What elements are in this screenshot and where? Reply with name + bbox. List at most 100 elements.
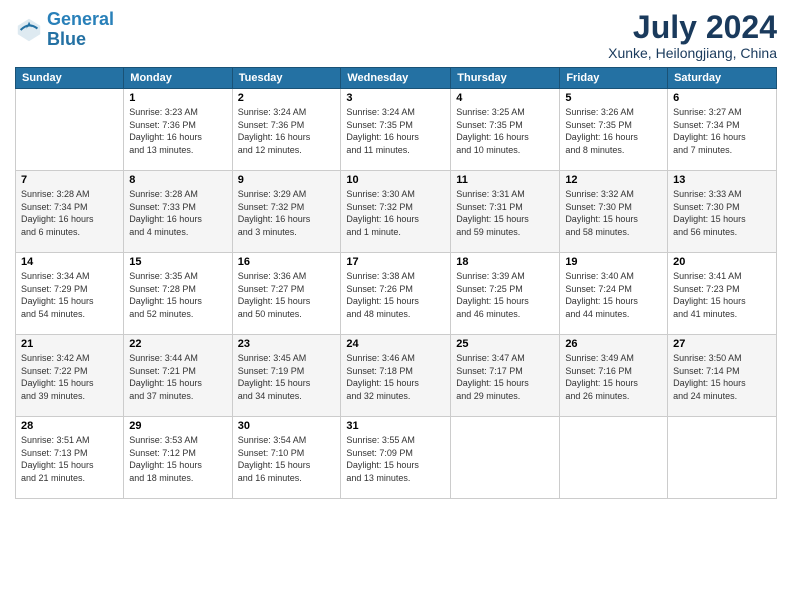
day-number: 9 [238,174,336,186]
calendar-week-2: 7 Sunrise: 3:28 AMSunset: 7:34 PMDaylight… [16,171,777,253]
day-number: 22 [129,338,226,350]
day-info: Sunrise: 3:40 AMSunset: 7:24 PMDaylight:… [565,270,662,320]
calendar-cell: 26Sunrise: 3:49 AMSunset: 7:16 PMDayligh… [560,335,668,417]
calendar-cell: 9 Sunrise: 3:29 AMSunset: 7:32 PMDaylight… [232,171,341,253]
day-number: 21 [21,338,118,350]
calendar-cell: 8Sunrise: 3:28 AMSunset: 7:33 PMDaylight… [124,171,232,253]
day-number: 18 [456,256,554,268]
day-info: Sunrise: 3:53 AMSunset: 7:12 PMDaylight:… [129,434,226,484]
calendar-cell: 10 Sunrise: 3:30 AMSunset: 7:32 PMDayligh… [341,171,451,253]
day-info: Sunrise: 3:26 AMSunset: 7:35 PMDaylight:… [565,106,662,156]
day-info: Sunrise: 3:41 AMSunset: 7:23 PMDaylight:… [673,270,771,320]
calendar-cell: 22 Sunrise: 3:44 AMSunset: 7:21 PMDayligh… [124,335,232,417]
calendar-cell: 17Sunrise: 3:38 AMSunset: 7:26 PMDayligh… [341,253,451,335]
location: Xunke, Heilongjiang, China [608,45,777,61]
calendar-week-5: 28 Sunrise: 3:51 AMSunset: 7:13 PMDayligh… [16,417,777,499]
day-number: 27 [673,338,771,350]
calendar-cell [668,417,777,499]
calendar-cell: 5 Sunrise: 3:26 AMSunset: 7:35 PMDaylight… [560,89,668,171]
header: General Blue July 2024 Xunke, Heilongjia… [15,10,777,61]
day-number: 13 [673,174,771,186]
day-info: Sunrise: 3:33 AMSunset: 7:30 PMDaylight:… [673,188,771,238]
day-number: 1 [129,92,226,104]
day-number: 2 [238,92,336,104]
logo-icon [15,16,43,44]
day-info: Sunrise: 3:44 AMSunset: 7:21 PMDaylight:… [129,352,226,402]
weekday-header-friday: Friday [560,68,668,89]
calendar-cell: 16Sunrise: 3:36 AMSunset: 7:27 PMDayligh… [232,253,341,335]
calendar-cell: 3 Sunrise: 3:24 AMSunset: 7:35 PMDaylight… [341,89,451,171]
calendar-week-4: 21 Sunrise: 3:42 AMSunset: 7:22 PMDayligh… [16,335,777,417]
day-info: Sunrise: 3:36 AMSunset: 7:27 PMDaylight:… [238,270,336,320]
day-info: Sunrise: 3:54 AMSunset: 7:10 PMDaylight:… [238,434,336,484]
day-number: 29 [129,420,226,432]
weekday-header-saturday: Saturday [668,68,777,89]
day-number: 7 [21,174,118,186]
page-container: General Blue July 2024 Xunke, Heilongjia… [0,0,792,612]
calendar-cell: 4 Sunrise: 3:25 AMSunset: 7:35 PMDaylight… [451,89,560,171]
day-info: Sunrise: 3:29 AMSunset: 7:32 PMDaylight:… [238,188,336,238]
calendar-cell: 31Sunrise: 3:55 AMSunset: 7:09 PMDayligh… [341,417,451,499]
day-info: Sunrise: 3:24 AMSunset: 7:36 PMDaylight:… [238,106,336,156]
day-info: Sunrise: 3:55 AMSunset: 7:09 PMDaylight:… [346,434,445,484]
day-number: 4 [456,92,554,104]
logo-text: General Blue [47,10,114,50]
day-number: 3 [346,92,445,104]
day-number: 15 [129,256,226,268]
day-info: Sunrise: 3:24 AMSunset: 7:35 PMDaylight:… [346,106,445,156]
calendar-cell: 29 Sunrise: 3:53 AMSunset: 7:12 PMDayligh… [124,417,232,499]
calendar-cell: 11Sunrise: 3:31 AMSunset: 7:31 PMDayligh… [451,171,560,253]
logo-general: General [47,9,114,29]
day-info: Sunrise: 3:34 AMSunset: 7:29 PMDaylight:… [21,270,118,320]
day-info: Sunrise: 3:39 AMSunset: 7:25 PMDaylight:… [456,270,554,320]
day-info: Sunrise: 3:51 AMSunset: 7:13 PMDaylight:… [21,434,118,484]
calendar-cell: 1 Sunrise: 3:23 AMSunset: 7:36 PMDaylight… [124,89,232,171]
calendar-cell: 7 Sunrise: 3:28 AMSunset: 7:34 PMDaylight… [16,171,124,253]
logo-blue: Blue [47,30,114,50]
day-info: Sunrise: 3:27 AMSunset: 7:34 PMDaylight:… [673,106,771,156]
day-info: Sunrise: 3:31 AMSunset: 7:31 PMDaylight:… [456,188,554,238]
day-number: 12 [565,174,662,186]
calendar-cell: 24Sunrise: 3:46 AMSunset: 7:18 PMDayligh… [341,335,451,417]
calendar-cell: 23Sunrise: 3:45 AMSunset: 7:19 PMDayligh… [232,335,341,417]
calendar-cell: 28 Sunrise: 3:51 AMSunset: 7:13 PMDayligh… [16,417,124,499]
day-info: Sunrise: 3:47 AMSunset: 7:17 PMDaylight:… [456,352,554,402]
calendar-week-1: 1 Sunrise: 3:23 AMSunset: 7:36 PMDaylight… [16,89,777,171]
day-number: 28 [21,420,118,432]
day-number: 19 [565,256,662,268]
weekday-header-monday: Monday [124,68,232,89]
day-number: 20 [673,256,771,268]
weekday-header-thursday: Thursday [451,68,560,89]
calendar-cell: 25Sunrise: 3:47 AMSunset: 7:17 PMDayligh… [451,335,560,417]
day-info: Sunrise: 3:46 AMSunset: 7:18 PMDaylight:… [346,352,445,402]
month-year: July 2024 [608,10,777,45]
day-info: Sunrise: 3:35 AMSunset: 7:28 PMDaylight:… [129,270,226,320]
weekday-header-sunday: Sunday [16,68,124,89]
calendar-cell: 30Sunrise: 3:54 AMSunset: 7:10 PMDayligh… [232,417,341,499]
logo: General Blue [15,10,114,50]
day-info: Sunrise: 3:25 AMSunset: 7:35 PMDaylight:… [456,106,554,156]
calendar-cell: 18 Sunrise: 3:39 AMSunset: 7:25 PMDayligh… [451,253,560,335]
day-info: Sunrise: 3:28 AMSunset: 7:34 PMDaylight:… [21,188,118,238]
day-info: Sunrise: 3:28 AMSunset: 7:33 PMDaylight:… [129,188,226,238]
day-number: 14 [21,256,118,268]
day-info: Sunrise: 3:32 AMSunset: 7:30 PMDaylight:… [565,188,662,238]
calendar-cell: 2 Sunrise: 3:24 AMSunset: 7:36 PMDaylight… [232,89,341,171]
calendar-cell [451,417,560,499]
day-number: 23 [238,338,336,350]
title-block: July 2024 Xunke, Heilongjiang, China [608,10,777,61]
day-info: Sunrise: 3:42 AMSunset: 7:22 PMDaylight:… [21,352,118,402]
day-number: 10 [346,174,445,186]
day-number: 26 [565,338,662,350]
calendar-cell: 21 Sunrise: 3:42 AMSunset: 7:22 PMDayligh… [16,335,124,417]
day-number: 5 [565,92,662,104]
weekday-header-wednesday: Wednesday [341,68,451,89]
calendar-cell: 27Sunrise: 3:50 AMSunset: 7:14 PMDayligh… [668,335,777,417]
day-number: 6 [673,92,771,104]
calendar-table: SundayMondayTuesdayWednesdayThursdayFrid… [15,67,777,499]
calendar-cell: 13 Sunrise: 3:33 AMSunset: 7:30 PMDayligh… [668,171,777,253]
day-info: Sunrise: 3:23 AMSunset: 7:36 PMDaylight:… [129,106,226,156]
calendar-cell: 14 Sunrise: 3:34 AMSunset: 7:29 PMDayligh… [16,253,124,335]
day-info: Sunrise: 3:30 AMSunset: 7:32 PMDaylight:… [346,188,445,238]
calendar-cell: 20 Sunrise: 3:41 AMSunset: 7:23 PMDayligh… [668,253,777,335]
